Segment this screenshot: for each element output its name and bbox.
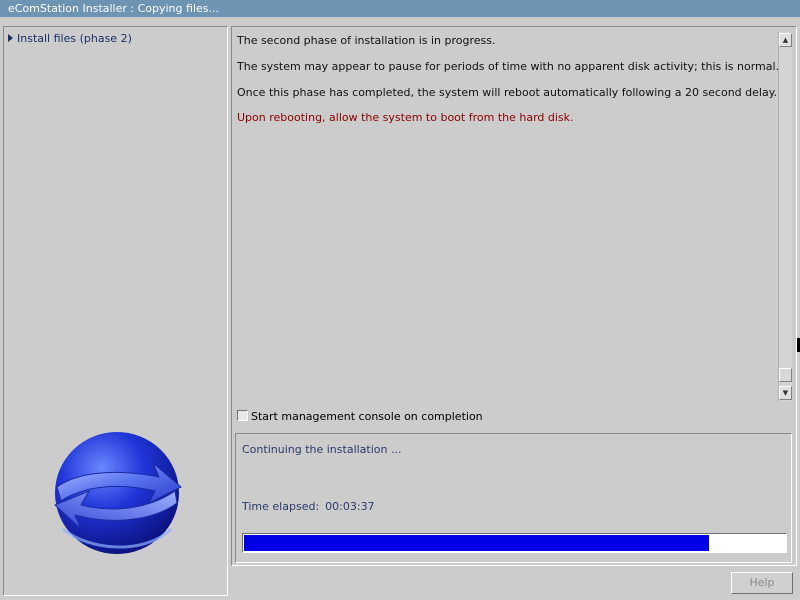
time-elapsed-label: Time elapsed: xyxy=(242,500,320,513)
status-group: Continuing the installation ... Time ela… xyxy=(235,433,792,563)
sidebar-item-install-files[interactable]: Install files (phase 2) xyxy=(8,32,132,45)
scroll-up-button[interactable]: ▲ xyxy=(779,33,792,47)
message-line: Once this phase has completed, the syste… xyxy=(237,86,778,99)
message-area: The second phase of installation is in p… xyxy=(236,31,780,401)
window-title: eComStation Installer : Copying files... xyxy=(8,2,219,15)
window-title-bar: eComStation Installer : Copying files... xyxy=(0,0,800,17)
progress-bar xyxy=(242,533,787,553)
management-console-option[interactable]: Start management console on completion xyxy=(237,410,483,423)
message-line: The second phase of installation is in p… xyxy=(237,34,496,47)
progress-bar-fill xyxy=(244,535,709,551)
warning-message: Upon rebooting, allow the system to boot… xyxy=(237,111,574,124)
message-line: The system may appear to pause for perio… xyxy=(237,60,780,73)
scroll-thumb[interactable] xyxy=(779,368,792,382)
ecomstation-globe-logo xyxy=(54,432,182,554)
scroll-down-button[interactable]: ▼ xyxy=(779,386,792,400)
vertical-scrollbar[interactable]: ▲ ▼ xyxy=(778,32,792,401)
time-elapsed: Time elapsed: 00:03:37 xyxy=(242,500,375,513)
main-panel: The second phase of installation is in p… xyxy=(231,26,797,566)
status-text: Continuing the installation ... xyxy=(242,443,402,456)
triangle-right-icon xyxy=(8,34,13,42)
sidebar-item-label: Install files (phase 2) xyxy=(17,32,132,45)
checkbox-label: Start management console on completion xyxy=(251,410,483,423)
management-console-checkbox[interactable] xyxy=(237,410,248,421)
sidebar: Install files (phase 2) xyxy=(3,26,228,596)
time-elapsed-value: 00:03:37 xyxy=(325,500,375,513)
help-button[interactable]: Help xyxy=(731,572,793,594)
